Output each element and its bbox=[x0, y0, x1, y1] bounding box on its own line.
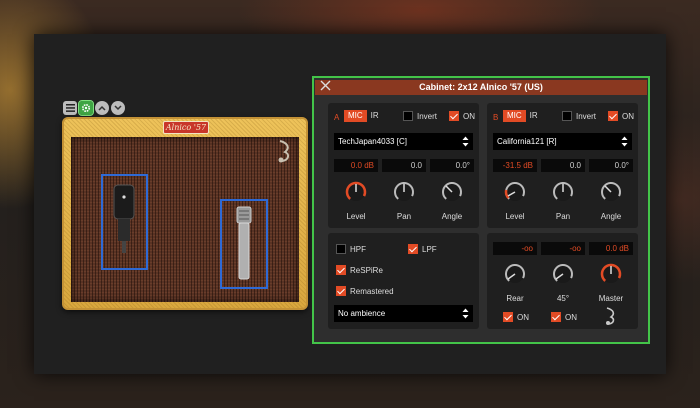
channel-a-level-value: 0.0 dB bbox=[334, 159, 378, 172]
lpf-label: LPF bbox=[422, 245, 437, 254]
deg45-knob[interactable] bbox=[552, 263, 574, 285]
channel-b-pan-label: Pan bbox=[555, 212, 571, 221]
amp-cabinet: Alnico '57 bbox=[62, 117, 308, 310]
channel-b-invert-label: Invert bbox=[576, 112, 597, 121]
ribbon-mic-icon bbox=[236, 206, 252, 280]
lpf-checkbox[interactable] bbox=[408, 244, 418, 254]
channel-a-on-checkbox[interactable] bbox=[449, 111, 459, 121]
respire-checkbox[interactable] bbox=[336, 265, 346, 275]
channel-b-mode-toggle: MIC IR bbox=[503, 110, 542, 122]
rear-value: -oo bbox=[493, 242, 537, 255]
rear-knob[interactable] bbox=[504, 263, 526, 285]
close-icon[interactable] bbox=[320, 80, 331, 91]
chevron-up-icon bbox=[98, 105, 106, 111]
channel-b-angle-label: Angle bbox=[600, 212, 622, 221]
channel-a-pan-knob[interactable] bbox=[393, 181, 415, 203]
master-value: 0.0 dB bbox=[589, 242, 633, 255]
remastered-label: Remastered bbox=[350, 287, 394, 296]
ambience-select-value: No ambience bbox=[338, 309, 386, 318]
channel-b-on-checkbox[interactable] bbox=[608, 111, 618, 121]
select-arrows-icon bbox=[462, 308, 469, 319]
music-note-icon bbox=[606, 307, 615, 325]
channel-a-angle-value: 0.0° bbox=[430, 159, 474, 172]
condenser-mic-icon bbox=[113, 184, 135, 253]
channel-a-mic-select[interactable]: TechJapan4033 [C] bbox=[334, 133, 473, 150]
mic-b-selection[interactable] bbox=[220, 199, 268, 289]
channel-a-invert-label: Invert bbox=[417, 112, 438, 121]
settings-button[interactable] bbox=[78, 100, 94, 116]
chevron-down-icon bbox=[114, 105, 122, 111]
channel-b-level-knob[interactable] bbox=[504, 181, 526, 203]
channel-b-mic-tab[interactable]: MIC bbox=[503, 110, 526, 122]
channel-a-pan-label: Pan bbox=[396, 212, 412, 221]
cabinet-dialog: Cabinet: 2x12 Alnico '57 (US) A MIC IR I… bbox=[312, 76, 650, 344]
respire-label: ReSPiRe bbox=[350, 266, 383, 275]
channel-b-angle-value: 0.0° bbox=[589, 159, 633, 172]
channel-a-mic-tab[interactable]: MIC bbox=[344, 110, 367, 122]
deg45-on-checkbox[interactable] bbox=[551, 312, 561, 322]
channel-b-ir-tab[interactable]: IR bbox=[526, 110, 542, 122]
channel-b-angle-knob[interactable] bbox=[600, 181, 622, 203]
mic-a-selection[interactable] bbox=[101, 174, 148, 270]
ambience-select[interactable]: No ambience bbox=[334, 305, 473, 322]
channel-a-letter: A bbox=[334, 113, 340, 122]
channel-a-invert-checkbox[interactable] bbox=[403, 111, 413, 121]
remastered-checkbox[interactable] bbox=[336, 286, 346, 296]
room-panel: -oo -oo 0.0 dB Rear 45° Master ON ON bbox=[487, 233, 638, 329]
channel-a-on-label: ON bbox=[463, 112, 475, 121]
move-up-button[interactable] bbox=[95, 101, 109, 115]
gear-icon bbox=[81, 103, 91, 113]
hpf-checkbox[interactable] bbox=[336, 244, 346, 254]
channel-b-invert-checkbox[interactable] bbox=[562, 111, 572, 121]
master-label: Master bbox=[598, 294, 624, 303]
deg45-label: 45° bbox=[556, 294, 570, 303]
menu-icon bbox=[65, 104, 75, 112]
channel-a-angle-knob[interactable] bbox=[441, 181, 463, 203]
rear-on-checkbox[interactable] bbox=[503, 312, 513, 322]
hpf-label: HPF bbox=[350, 245, 366, 254]
channel-b-mic-select[interactable]: California121 [R] bbox=[493, 133, 632, 150]
filters-panel: HPF LPF ReSPiRe Remastered No ambience bbox=[328, 233, 479, 329]
channel-b-level-label: Level bbox=[505, 212, 525, 221]
master-knob[interactable] bbox=[600, 263, 622, 285]
channel-b-on-label: ON bbox=[622, 112, 634, 121]
channel-a-panel: A MIC IR Invert ON TechJapan4033 [C] 0.0… bbox=[328, 103, 479, 228]
amp-logo-icon bbox=[278, 140, 290, 163]
move-down-button[interactable] bbox=[111, 101, 125, 115]
channel-b-level-value: -31.5 dB bbox=[493, 159, 537, 172]
channel-b-letter: B bbox=[493, 113, 499, 122]
channel-a-mode-toggle: MIC IR bbox=[344, 110, 383, 122]
rear-label: Rear bbox=[506, 294, 524, 303]
menu-button[interactable] bbox=[63, 101, 77, 115]
channel-b-mic-select-value: California121 [R] bbox=[497, 137, 557, 146]
cabinet-title: Cabinet: 2x12 Alnico '57 (US) bbox=[315, 80, 647, 95]
channel-b-panel: B MIC IR Invert ON California121 [R] -31… bbox=[487, 103, 638, 228]
select-arrows-icon bbox=[462, 136, 469, 147]
amp-badge: Alnico '57 bbox=[163, 121, 209, 134]
channel-a-level-label: Level bbox=[346, 212, 366, 221]
channel-b-pan-knob[interactable] bbox=[552, 181, 574, 203]
deg45-on-label: ON bbox=[565, 313, 577, 322]
channel-a-level-knob[interactable] bbox=[345, 181, 367, 203]
channel-b-pan-value: 0.0 bbox=[541, 159, 585, 172]
channel-a-pan-value: 0.0 bbox=[382, 159, 426, 172]
channel-a-angle-label: Angle bbox=[441, 212, 463, 221]
rear-on-label: ON bbox=[517, 313, 529, 322]
deg45-value: -oo bbox=[541, 242, 585, 255]
channel-a-mic-select-value: TechJapan4033 [C] bbox=[338, 137, 407, 146]
amp-toolbar bbox=[63, 100, 125, 116]
channel-a-ir-tab[interactable]: IR bbox=[367, 110, 383, 122]
select-arrows-icon bbox=[621, 136, 628, 147]
